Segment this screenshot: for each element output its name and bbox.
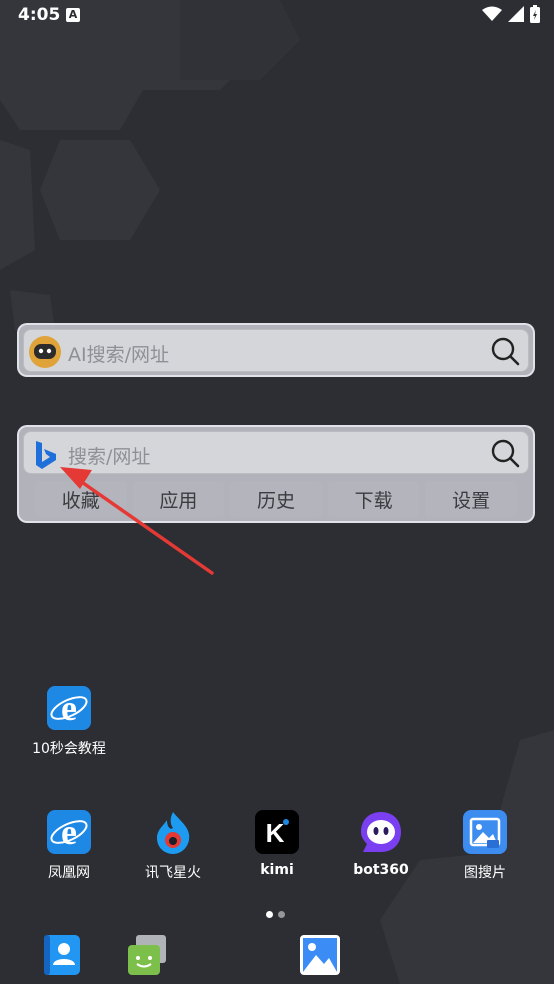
contacts-icon[interactable] (40, 933, 84, 977)
app-ifeng[interactable]: e 凤凰网 (24, 810, 114, 882)
svg-text:K: K (266, 818, 285, 848)
spark-icon (151, 810, 195, 854)
page-dot-active (266, 911, 273, 918)
app-label: 讯飞星火 (145, 865, 201, 881)
kimi-icon: K (255, 810, 299, 854)
gallery-icon[interactable] (298, 933, 342, 977)
app-10s-tutorial[interactable]: e 10秒会教程 (24, 686, 114, 758)
svg-text:e: e (61, 812, 77, 852)
bot360-icon (359, 810, 403, 854)
ie-browser-icon: e (47, 810, 91, 854)
app-label: kimi (260, 862, 294, 878)
app-xunfei-spark[interactable]: 讯飞星火 (128, 810, 218, 882)
image-search-icon (463, 810, 507, 854)
app-label: 10秒会教程 (32, 741, 106, 757)
app-image-search[interactable]: 图搜片 (440, 810, 530, 882)
svg-text:e: e (61, 688, 77, 728)
page-indicator (266, 911, 285, 918)
ie-browser-icon: e (47, 686, 91, 730)
app-kimi[interactable]: K kimi (232, 810, 322, 878)
app-label: 图搜片 (464, 865, 506, 881)
app-label: 凤凰网 (48, 865, 90, 881)
messages-icon[interactable] (124, 933, 168, 977)
app-bot360[interactable]: bot360 (336, 810, 426, 878)
app-label: bot360 (353, 862, 409, 878)
page-dot (278, 911, 285, 918)
